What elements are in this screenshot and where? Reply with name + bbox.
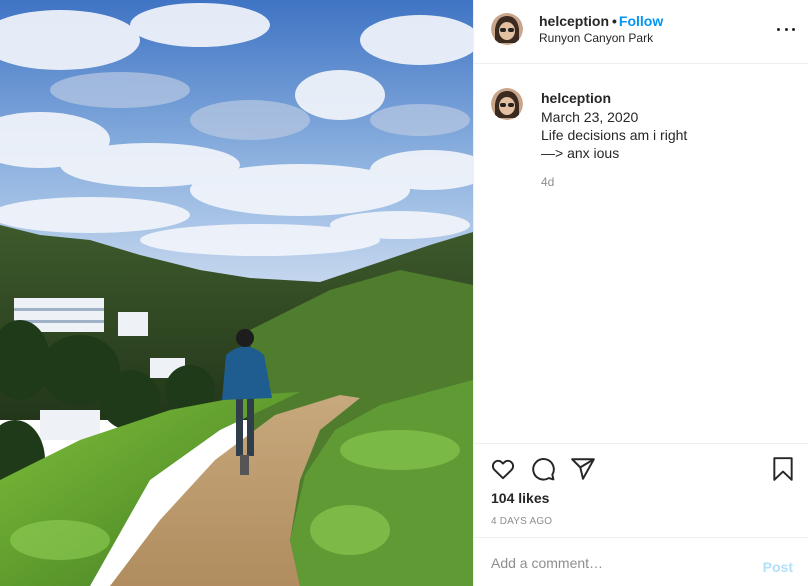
header-title: helception • Follow: [539, 13, 663, 29]
follow-button[interactable]: Follow: [619, 13, 663, 29]
avatar[interactable]: [491, 88, 523, 120]
caption-time[interactable]: 4d: [541, 175, 554, 189]
share-icon[interactable]: [570, 456, 596, 482]
post-image: [0, 0, 473, 586]
header-separator: •: [612, 13, 617, 29]
post-detail-panel: helception • Follow Runyon Canyon Park hel…: [473, 0, 808, 586]
heart-icon[interactable]: [490, 456, 516, 482]
avatar-image: [491, 13, 523, 45]
caption-username[interactable]: helception: [541, 90, 611, 106]
dot: [777, 27, 780, 31]
caption-text: March 23, 2020 Life decisions am i right…: [541, 109, 688, 161]
dot: [792, 27, 795, 31]
like-count[interactable]: 104 likes: [491, 490, 549, 506]
comment-icon[interactable]: [530, 456, 556, 482]
avatar[interactable]: [491, 13, 523, 45]
post-photo[interactable]: [0, 0, 473, 586]
post-timestamp[interactable]: 4 DAYS AGO: [491, 516, 552, 527]
avatar-image: [491, 88, 523, 120]
location-link[interactable]: Runyon Canyon Park: [539, 31, 653, 45]
action-bar: [474, 443, 808, 493]
more-options-icon[interactable]: [777, 22, 795, 36]
bookmark-icon[interactable]: [770, 456, 796, 482]
add-comment-bar: Post: [474, 537, 808, 586]
dot: [784, 27, 788, 31]
post-header: helception • Follow Runyon Canyon Park: [474, 0, 808, 64]
header-username[interactable]: helception: [539, 13, 609, 29]
post-button[interactable]: Post: [763, 559, 793, 575]
comment-input[interactable]: [491, 552, 751, 574]
